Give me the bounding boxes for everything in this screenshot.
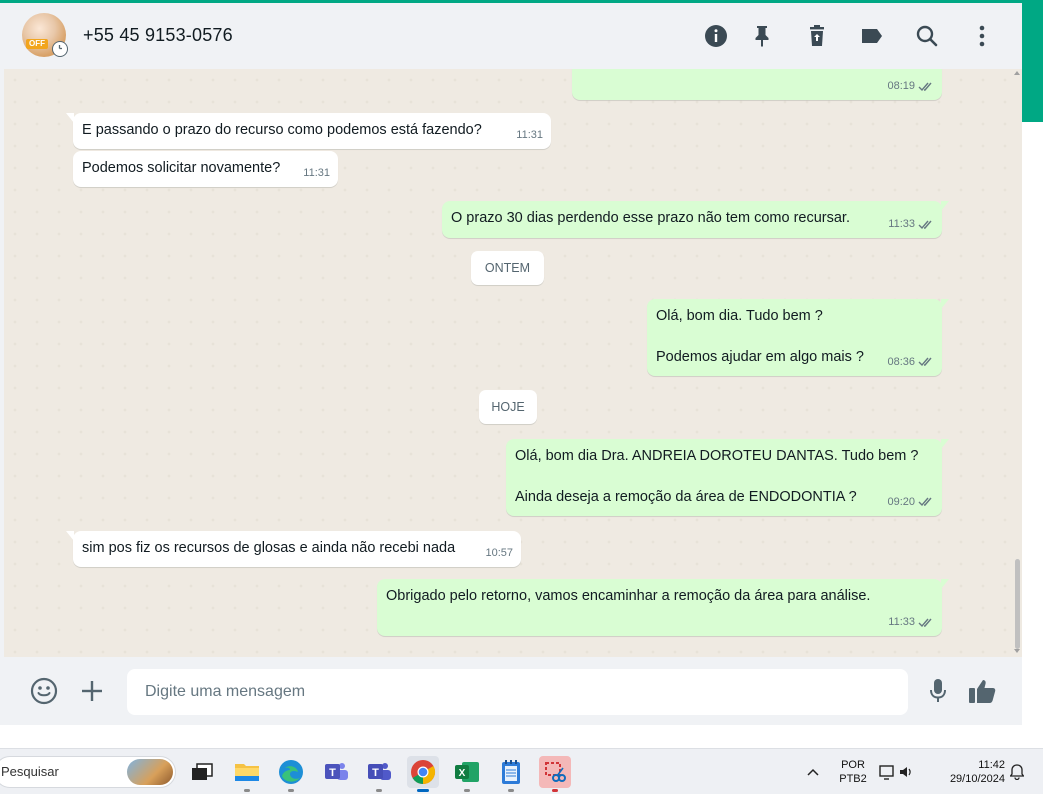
message-outgoing[interactable]: O prazo 30 dias perdendo esse prazo não … [442, 201, 949, 238]
read-ticks-icon [918, 82, 932, 91]
scroll-thumb[interactable] [1015, 559, 1020, 649]
read-ticks-icon [918, 220, 932, 229]
search-icon[interactable] [912, 21, 942, 51]
composer [4, 657, 1022, 725]
message-time: 10:57 [485, 547, 513, 559]
lang-secondary: PTB2 [839, 773, 867, 785]
scroll-down-icon[interactable] [1014, 649, 1020, 653]
message-time: 11:33 [888, 616, 915, 628]
scrollbar[interactable] [1013, 69, 1022, 657]
message-text: Olá, bom dia Dra. ANDREIA DOROTEU DANTAS… [515, 448, 919, 505]
message-incoming[interactable]: E passando o prazo do recurso como podem… [66, 113, 551, 149]
message-time: 09:20 [887, 495, 915, 508]
notepad-icon[interactable] [495, 756, 527, 792]
status-icon [52, 41, 68, 57]
thumbs-up-icon[interactable] [966, 675, 998, 707]
chat-header: OFF +55 45 9153-0576 [4, 3, 1022, 69]
message-time: 11:31 [516, 129, 543, 141]
task-view-icon[interactable] [186, 756, 218, 788]
message-input[interactable] [127, 669, 908, 715]
taskbar-search-placeholder: Pesquisar [1, 764, 59, 779]
message-text: Podemos solicitar novamente? [82, 160, 281, 176]
label-icon[interactable] [857, 21, 887, 51]
message-incoming[interactable]: Podemos solicitar novamente? 11:31 [73, 151, 338, 187]
search-highlight-image [127, 759, 173, 785]
scroll-up-icon[interactable] [1014, 71, 1020, 75]
clock-time: 11:42 [978, 759, 1005, 771]
message-time: 11:33 [888, 218, 915, 230]
system-clock[interactable]: 11:42 29/10/2024 [935, 758, 1005, 786]
read-ticks-icon [918, 497, 932, 507]
excel-icon[interactable]: X [451, 756, 483, 792]
accent-bar-right [1022, 0, 1043, 122]
message-outgoing[interactable]: Olá, bom dia Dra. ANDREIA DOROTEU DANTAS… [506, 439, 949, 516]
read-ticks-icon [918, 357, 932, 367]
date-chip: HOJE [479, 390, 537, 424]
message-text: Obrigado pelo retorno, vamos encaminhar … [386, 588, 871, 604]
app-window: OFF +55 45 9153-0576 08:19 E passando o … [0, 0, 1043, 794]
menu-icon[interactable] [967, 21, 997, 51]
message-outgoing[interactable]: Olá, bom dia. Tudo bem ? Podemos ajudar … [647, 299, 949, 376]
emoji-icon[interactable] [28, 675, 60, 707]
message-incoming[interactable]: sim pos fiz os recursos de glosas e aind… [66, 531, 521, 567]
message-list[interactable]: 08:19 E passando o prazo do recurso como… [4, 69, 1022, 657]
lang-primary: POR [841, 759, 865, 771]
teams-icon[interactable]: T [320, 756, 352, 788]
snipping-tool-icon[interactable] [539, 756, 571, 792]
plus-icon[interactable] [76, 675, 108, 707]
date-chip: ONTEM [471, 251, 544, 285]
notification-bell-icon[interactable] [1006, 756, 1028, 788]
message-text: E passando o prazo do recurso como podem… [82, 122, 482, 138]
message-text: sim pos fiz os recursos de glosas e aind… [82, 540, 456, 556]
edge-icon[interactable] [275, 756, 307, 792]
file-explorer-icon[interactable] [231, 756, 263, 792]
clock-date: 29/10/2024 [949, 773, 1005, 785]
avatar-logo: OFF [26, 39, 48, 49]
message-time: 11:31 [303, 167, 330, 179]
taskbar: Pesquisar T T X POR PTB2 11:42 29/10/202… [0, 748, 1043, 794]
message-outgoing[interactable]: Obrigado pelo retorno, vamos encaminhar … [377, 579, 949, 636]
mic-icon[interactable] [922, 675, 954, 707]
network-volume-icon[interactable] [876, 756, 916, 788]
info-icon[interactable] [701, 21, 731, 51]
chevron-up-icon[interactable] [798, 756, 828, 788]
input-language[interactable]: POR PTB2 [838, 758, 868, 786]
message-text: O prazo 30 dias perdendo esse prazo não … [451, 210, 850, 226]
message-outgoing[interactable]: 08:19 [572, 69, 942, 100]
message-time: 08:19 [887, 80, 915, 92]
window-gap [0, 725, 1043, 748]
taskbar-search[interactable]: Pesquisar [0, 756, 176, 788]
delete-icon[interactable] [802, 21, 832, 51]
teams-classic-icon[interactable]: T [363, 756, 395, 792]
pin-icon[interactable] [747, 21, 777, 51]
contact-name[interactable]: +55 45 9153-0576 [83, 25, 233, 46]
message-time: 08:36 [887, 355, 915, 368]
svg-text:T: T [329, 767, 336, 779]
chrome-icon[interactable] [407, 756, 439, 792]
read-ticks-icon [918, 618, 932, 627]
svg-text:T: T [372, 767, 379, 779]
svg-text:X: X [459, 768, 466, 779]
